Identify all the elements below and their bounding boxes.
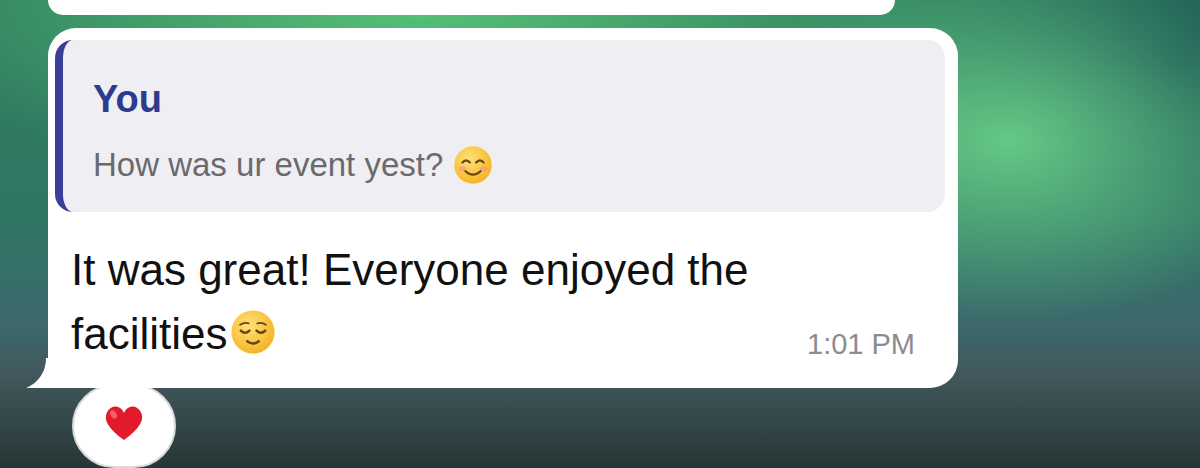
previous-message-bubble[interactable] (48, 0, 895, 15)
message-body: It was great! Everyone enjoyed the facil… (55, 212, 945, 366)
relieved-face-icon (230, 309, 276, 355)
quote-text: How was ur event yest? (93, 144, 915, 186)
smiling-face-icon (453, 145, 493, 185)
bubble-tail (26, 358, 56, 388)
reaction-badge[interactable] (72, 384, 176, 468)
message-text: It was great! Everyone enjoyed the facil… (71, 238, 851, 366)
quoted-message[interactable]: You How was ur event yest? (55, 40, 945, 212)
heart-icon (100, 398, 148, 446)
reaction-list (72, 384, 1200, 468)
quote-author: You (93, 76, 915, 122)
chat-screen: You How was ur event yest? It was great! E… (0, 0, 1200, 468)
message-time: 1:01 PM (807, 326, 915, 362)
message-bubble[interactable]: You How was ur event yest? It was great! E… (48, 28, 958, 388)
